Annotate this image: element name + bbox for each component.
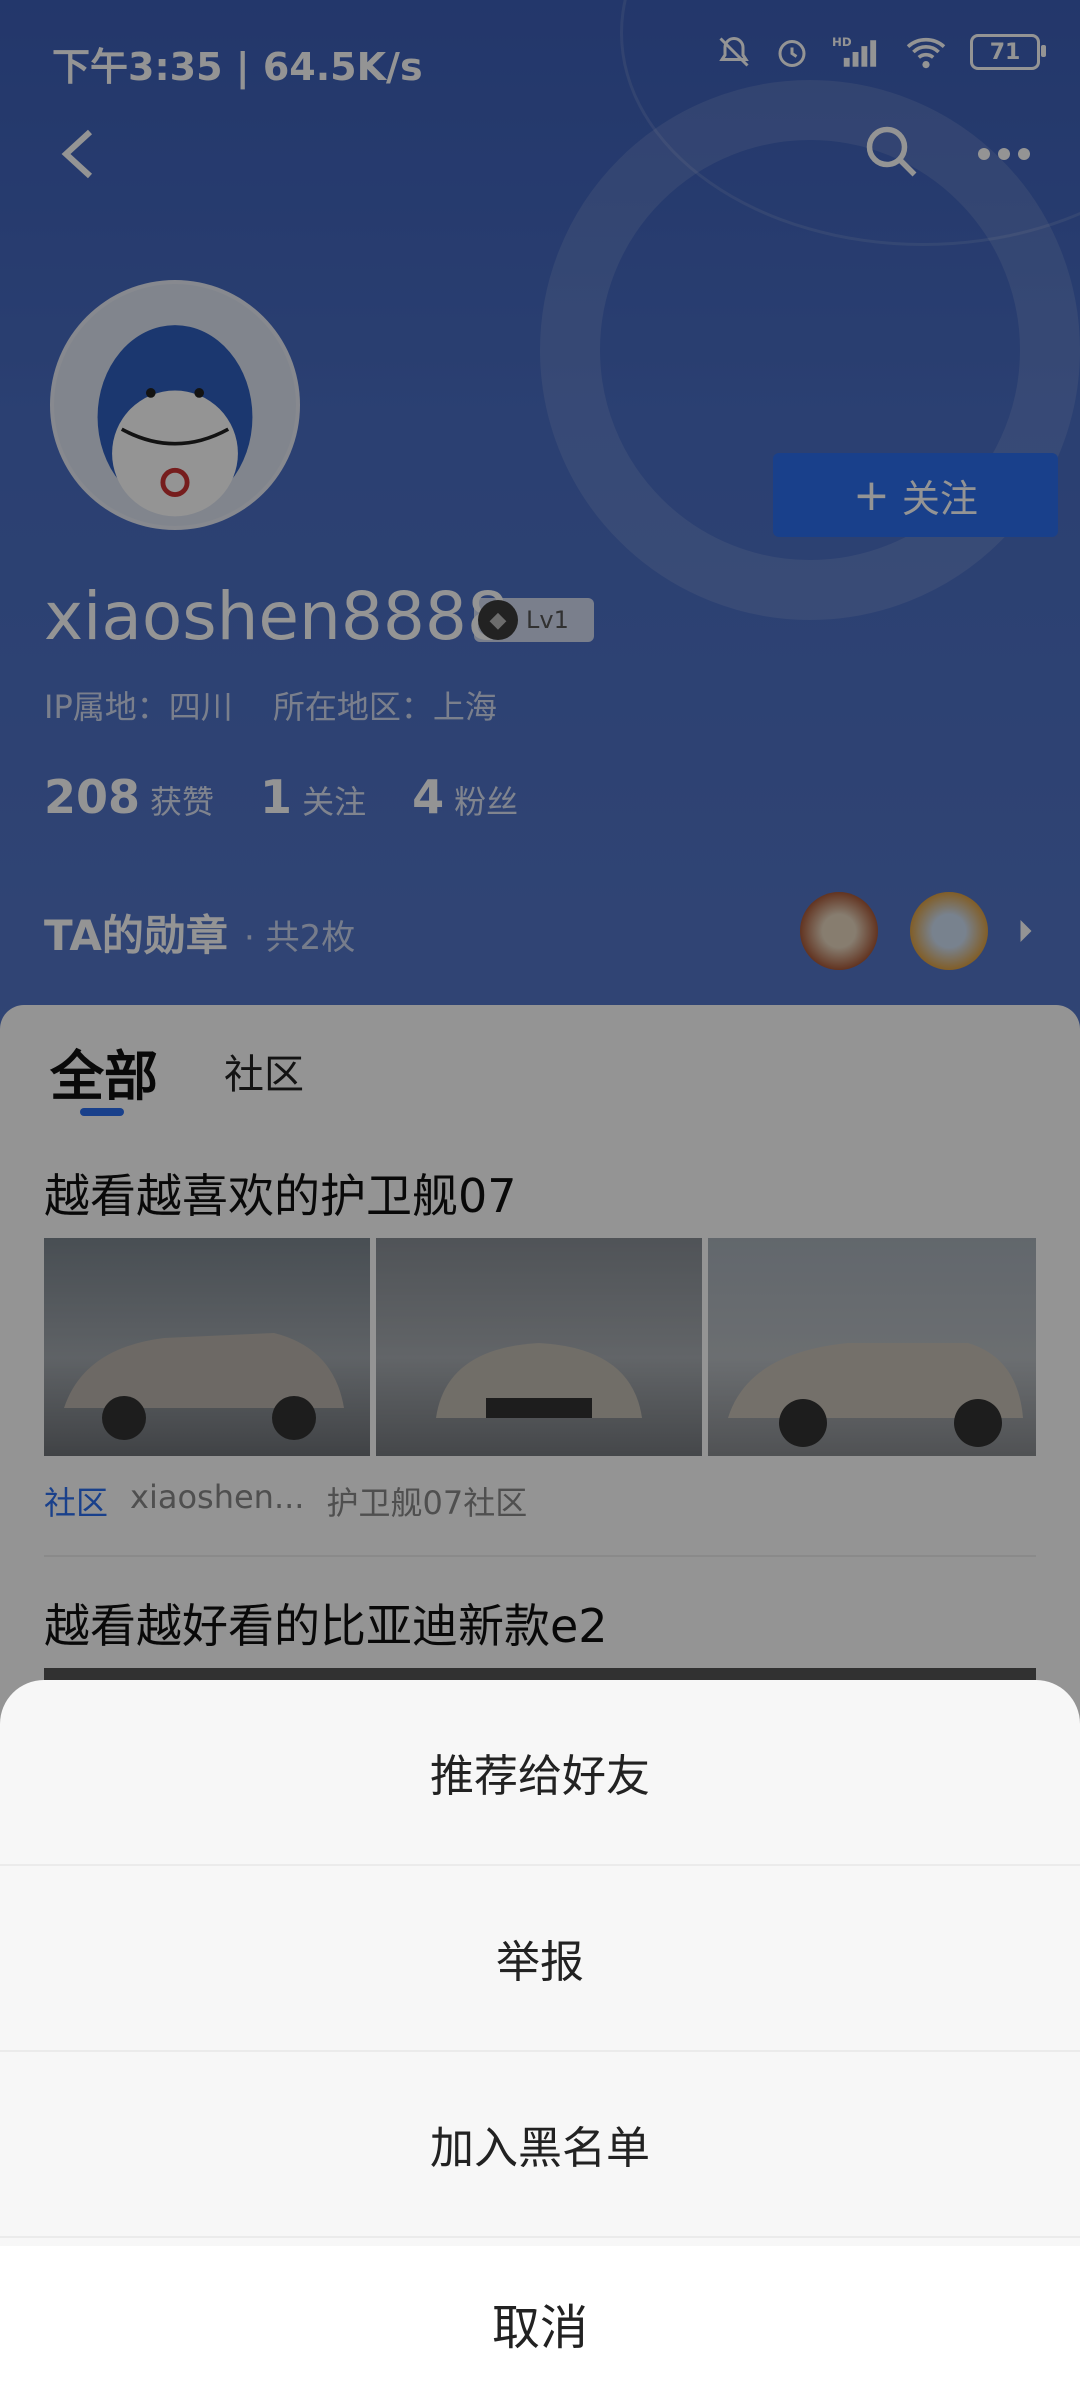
add-to-blacklist-button[interactable]: 加入黑名单 [0, 2052, 1080, 2238]
cancel-button[interactable]: 取消 [0, 2246, 1080, 2400]
recommend-to-friend-button[interactable]: 推荐给好友 [0, 1680, 1080, 1866]
report-button[interactable]: 举报 [0, 1866, 1080, 2052]
